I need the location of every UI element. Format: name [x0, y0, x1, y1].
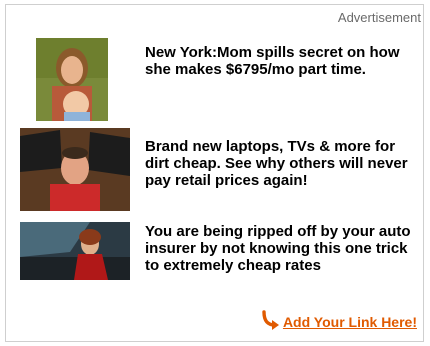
ad-item-3[interactable]: You are being ripped off by your auto in…	[6, 218, 423, 308]
mother-with-baby-photo[interactable]	[36, 38, 108, 121]
curved-arrow-icon	[261, 309, 279, 335]
add-link-cta[interactable]: Add Your Link Here!	[261, 309, 417, 335]
ad-headline-1[interactable]: New York:Mom spills secret on how she ma…	[145, 44, 415, 78]
man-holding-laptops-photo[interactable]	[20, 128, 130, 211]
ad-item-2[interactable]: Brand new laptops, TVs & more for dirt c…	[6, 128, 423, 218]
ad-label: Advertisement	[337, 10, 421, 25]
ad-item-1[interactable]: New York:Mom spills secret on how she ma…	[6, 35, 423, 125]
ad-headline-3[interactable]: You are being ripped off by your auto in…	[145, 223, 415, 274]
ad-container: Advertisement New York:Mom spills secret…	[5, 4, 424, 342]
ad-headline-2[interactable]: Brand new laptops, TVs & more for dirt c…	[145, 138, 415, 189]
woman-in-car-photo[interactable]	[20, 222, 130, 280]
add-your-link-link[interactable]: Add Your Link Here!	[283, 314, 417, 330]
